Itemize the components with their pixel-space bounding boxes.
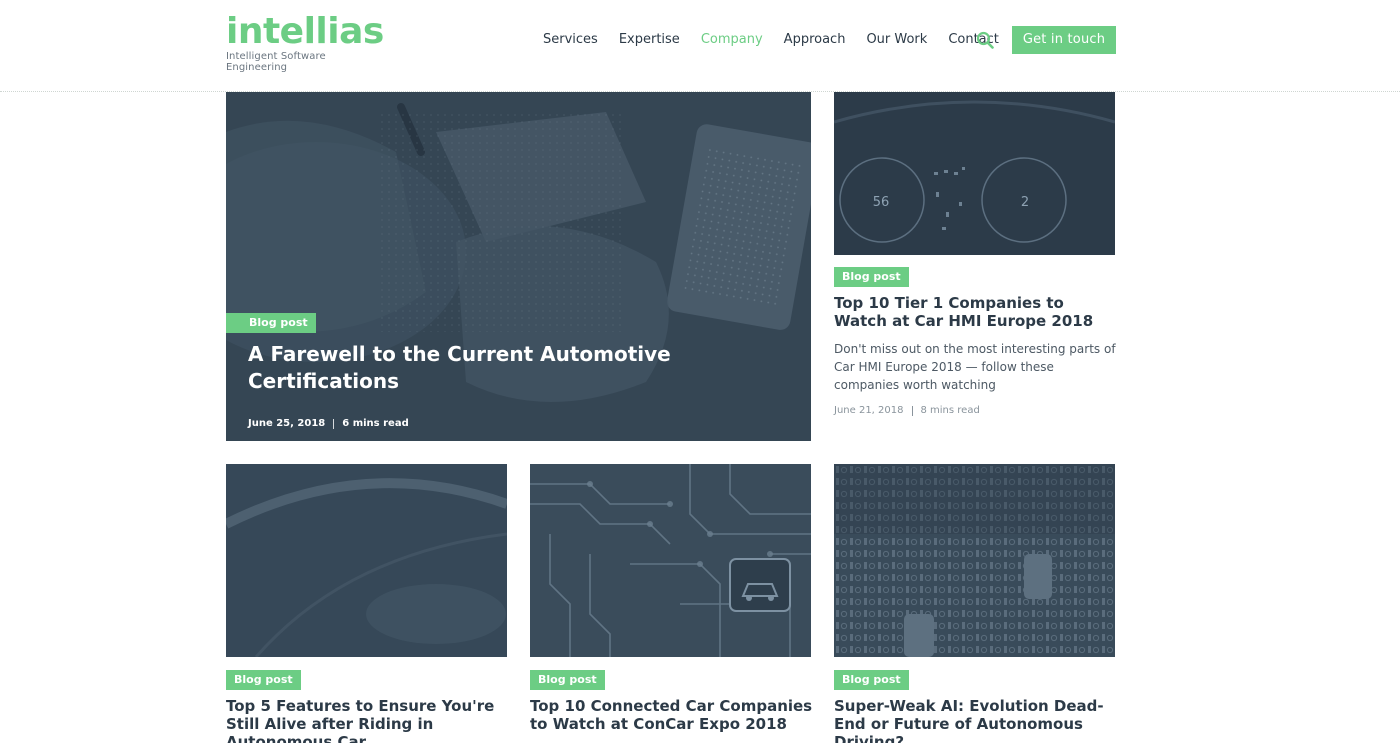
featured-date: June 25, 2018 (248, 418, 326, 429)
featured-title[interactable]: A Farewell to the Current Automotive Cer… (248, 341, 718, 395)
featured-read-time: 6 mins read (342, 418, 409, 429)
side-post-badge[interactable]: Blog post (834, 267, 909, 287)
post-2-badge[interactable]: Blog post (530, 670, 605, 690)
side-post-read-time: 8 mins read (920, 405, 980, 416)
binary-road-illustration (834, 464, 1115, 657)
post-1-title[interactable]: Top 5 Features to Ensure You're Still Al… (226, 697, 516, 743)
side-post-excerpt: Don't miss out on the most interesting p… (834, 342, 1116, 392)
logo-wordmark: intellias (226, 11, 384, 52)
nav-expertise[interactable]: Expertise (619, 31, 680, 49)
nav-company[interactable]: Company (701, 31, 763, 49)
post-2-image[interactable] (530, 464, 811, 657)
meta-divider (333, 418, 335, 429)
intellias-logo[interactable]: intellias Intelligent Software Engineeri… (226, 11, 386, 74)
side-post-image[interactable]: 56 2 (834, 92, 1115, 255)
nav-our-work[interactable]: Our Work (866, 31, 927, 49)
post-1-image[interactable] (226, 464, 507, 657)
featured-badge[interactable]: Blog post (226, 313, 316, 333)
post-3-title[interactable]: Super-Weak AI: Evolution Dead-End or Fut… (834, 697, 1119, 743)
featured-meta: June 25, 2018 6 mins read (248, 418, 409, 429)
dash-right-readout: 2 (1021, 195, 1029, 210)
meta-divider (911, 405, 913, 416)
post-3-badge[interactable]: Blog post (834, 670, 909, 690)
dashboard-illustration: 56 2 (834, 92, 1115, 255)
post-3-image[interactable] (834, 464, 1115, 657)
site-header: intellias Intelligent Software Engineeri… (0, 0, 1400, 92)
post-1-badge[interactable]: Blog post (226, 670, 301, 690)
post-2-title[interactable]: Top 10 Connected Car Companies to Watch … (530, 697, 815, 733)
main-nav: Services Expertise Company Approach Our … (543, 31, 1020, 49)
side-post-date: June 21, 2018 (834, 405, 904, 416)
get-in-touch-button[interactable]: Get in touch (1012, 26, 1116, 54)
side-post-meta: June 21, 2018 8 mins read (834, 405, 980, 416)
side-post-title[interactable]: Top 10 Tier 1 Companies to Watch at Car … (834, 294, 1119, 330)
nav-services[interactable]: Services (543, 31, 598, 49)
circuit-board-illustration (530, 464, 811, 657)
car-interior-illustration (226, 464, 507, 657)
dash-left-readout: 56 (873, 195, 890, 210)
nav-approach[interactable]: Approach (784, 31, 846, 49)
logo-tagline: Intelligent Software Engineering (226, 51, 326, 73)
search-icon[interactable] (976, 31, 994, 49)
